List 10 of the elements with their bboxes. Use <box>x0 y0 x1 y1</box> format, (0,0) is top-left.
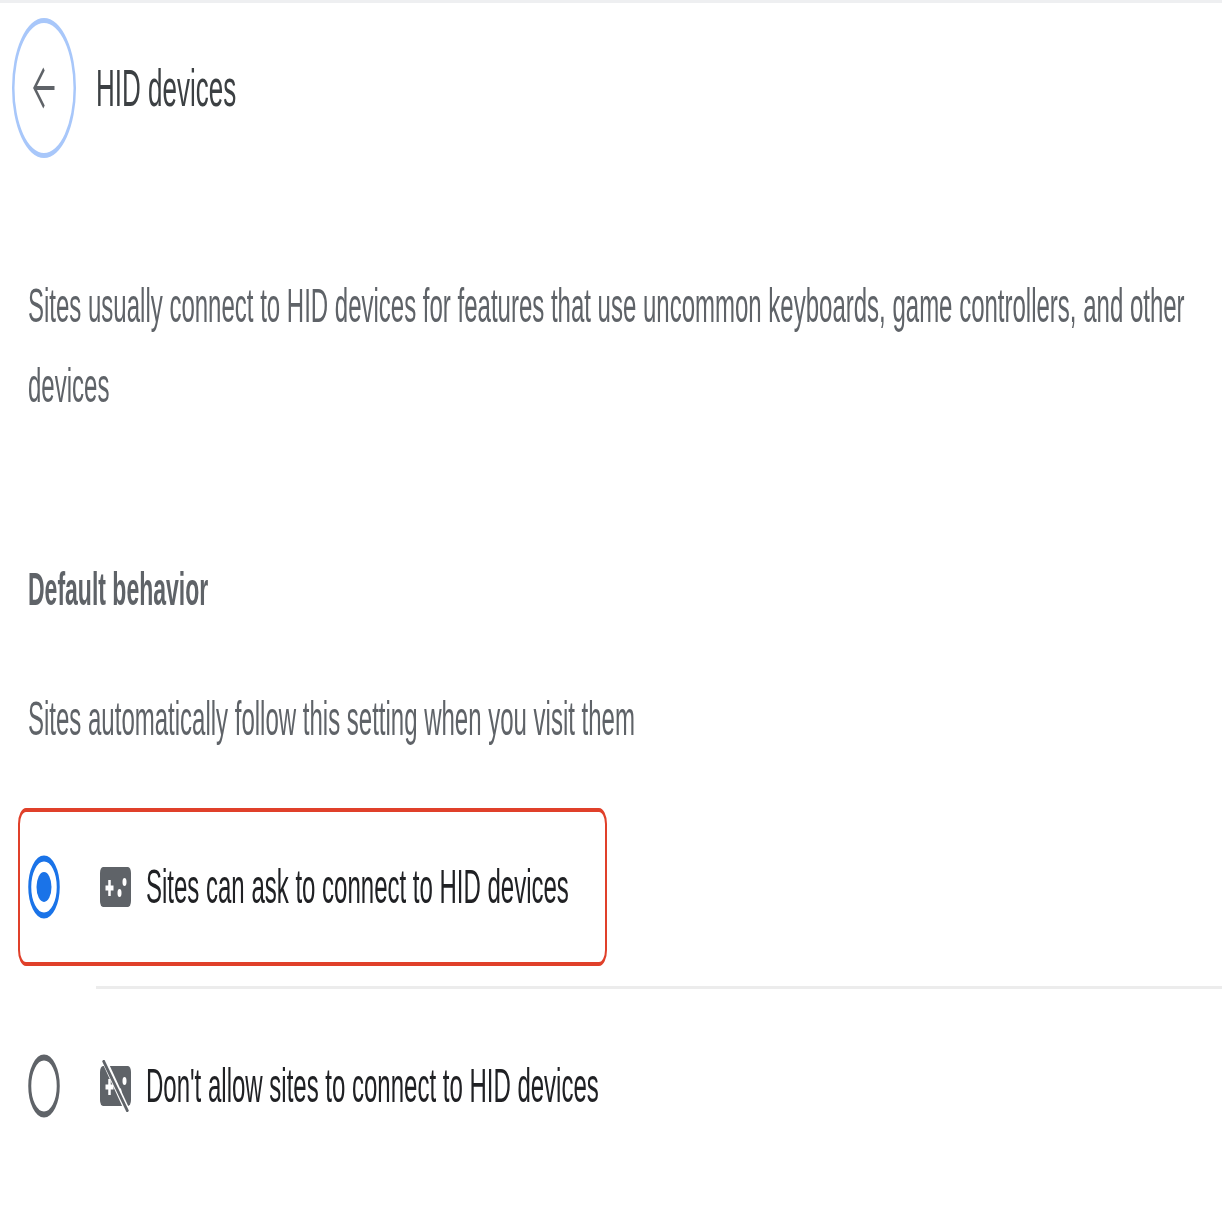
gamepad-icon <box>100 867 131 908</box>
gamepad-off-icon <box>100 1060 131 1113</box>
radio-button[interactable] <box>28 1054 60 1119</box>
option-label: Sites can ask to connect to HID devices <box>146 859 569 916</box>
section-subtitle: Sites automatically follow this setting when you visit them <box>28 691 635 748</box>
radio-button[interactable] <box>28 855 60 920</box>
page-title: HID devices <box>96 57 237 119</box>
description-text: Sites usually connect to HID devices for features that use uncommon keyboards, game controllers, and other devices <box>28 278 1186 414</box>
section-heading: Default behavior <box>28 562 209 617</box>
option-label: Don't allow sites to connect to HID devices <box>146 1058 599 1115</box>
